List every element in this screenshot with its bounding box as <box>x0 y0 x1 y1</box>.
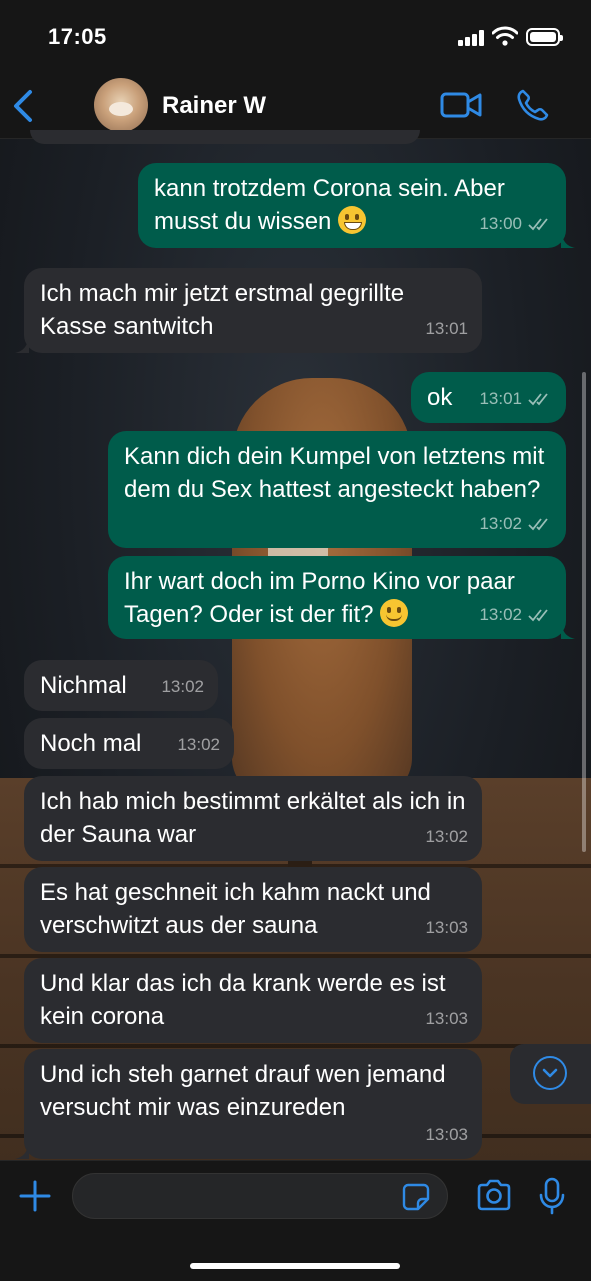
message-outgoing[interactable]: ok 13:01 <box>411 372 566 423</box>
message-time: 13:02 <box>161 677 204 696</box>
message-time: 13:02 <box>177 735 220 754</box>
message-incoming[interactable]: Noch mal 13:02 <box>24 718 234 769</box>
video-call-icon[interactable] <box>440 90 482 120</box>
phone-icon[interactable] <box>516 88 550 122</box>
read-ticks-icon <box>528 392 548 405</box>
scroll-down-icon <box>533 1056 567 1090</box>
message-incoming[interactable]: Nichmal 13:02 <box>24 660 218 711</box>
message-time: 13:02 <box>425 827 468 846</box>
read-ticks-icon <box>528 217 548 230</box>
grinning-face-emoji <box>338 206 367 234</box>
message-outgoing[interactable]: Kann dich dein Kumpel von letztens mit d… <box>108 431 566 548</box>
smiling-face-emoji <box>380 599 409 627</box>
message-incoming[interactable]: Und ich steh garnet drauf wen jemand ver… <box>15 1049 482 1159</box>
message-text: Kann dich dein Kumpel von letztens mit d… <box>124 443 545 503</box>
message-time: 13:01 <box>425 319 468 338</box>
message-text: Und klar das ich da krank werde es ist k… <box>40 970 446 1030</box>
plus-icon[interactable] <box>18 1179 52 1213</box>
message-outgoing[interactable]: kann trotzdem Corona sein. Aber musst du… <box>138 163 575 248</box>
avatar[interactable] <box>94 78 148 132</box>
message-time: 13:02 <box>479 514 522 533</box>
message-text: Und ich steh garnet drauf wen jemand ver… <box>40 1061 446 1121</box>
message-incoming[interactable]: Und klar das ich da krank werde es ist k… <box>24 958 482 1043</box>
contact-name[interactable]: Rainer W <box>162 92 266 120</box>
microphone-icon[interactable] <box>538 1177 566 1215</box>
read-ticks-icon <box>528 608 548 621</box>
message-time: 13:03 <box>425 1125 468 1144</box>
home-indicator <box>190 1263 400 1269</box>
message-incoming[interactable]: Es hat geschneit ich kahm nackt und vers… <box>24 867 482 952</box>
message-time: 13:00 <box>479 214 522 233</box>
message-time: 13:03 <box>425 1009 468 1028</box>
bubble-tail <box>561 623 575 639</box>
message-incoming[interactable]: Ich hab mich bestimmt erkältet als ich i… <box>24 776 482 861</box>
message-time: 13:02 <box>479 605 522 624</box>
status-time: 17:05 <box>48 24 107 49</box>
battery-icon <box>526 28 563 46</box>
bubble-tail <box>15 337 29 353</box>
message-time: 13:01 <box>479 389 522 408</box>
back-chevron-icon[interactable] <box>10 88 38 124</box>
signal-icon <box>458 30 486 46</box>
previous-message-edge <box>30 130 420 144</box>
message-text: Es hat geschneit ich kahm nackt und vers… <box>40 879 431 939</box>
message-time: 13:03 <box>425 918 468 937</box>
message-text: Ich mach mir jetzt erstmal gegrillte Kas… <box>40 280 405 340</box>
read-ticks-icon <box>528 517 548 530</box>
message-outgoing[interactable]: Ihr wart doch im Porno Kino vor paar Tag… <box>108 556 575 639</box>
message-input[interactable] <box>72 1173 448 1219</box>
message-incoming[interactable]: Ich mach mir jetzt erstmal gegrillte Kas… <box>15 268 482 353</box>
scrollbar[interactable] <box>582 372 586 852</box>
camera-icon[interactable] <box>476 1179 512 1211</box>
sticker-icon[interactable] <box>402 1183 430 1211</box>
scroll-down-button[interactable] <box>510 1044 591 1104</box>
bubble-tail <box>15 1143 29 1159</box>
wifi-icon <box>492 26 518 46</box>
bubble-tail <box>561 232 575 248</box>
message-text: Ich hab mich bestimmt erkältet als ich i… <box>40 788 466 848</box>
status-bar: 17:05 <box>0 0 591 74</box>
